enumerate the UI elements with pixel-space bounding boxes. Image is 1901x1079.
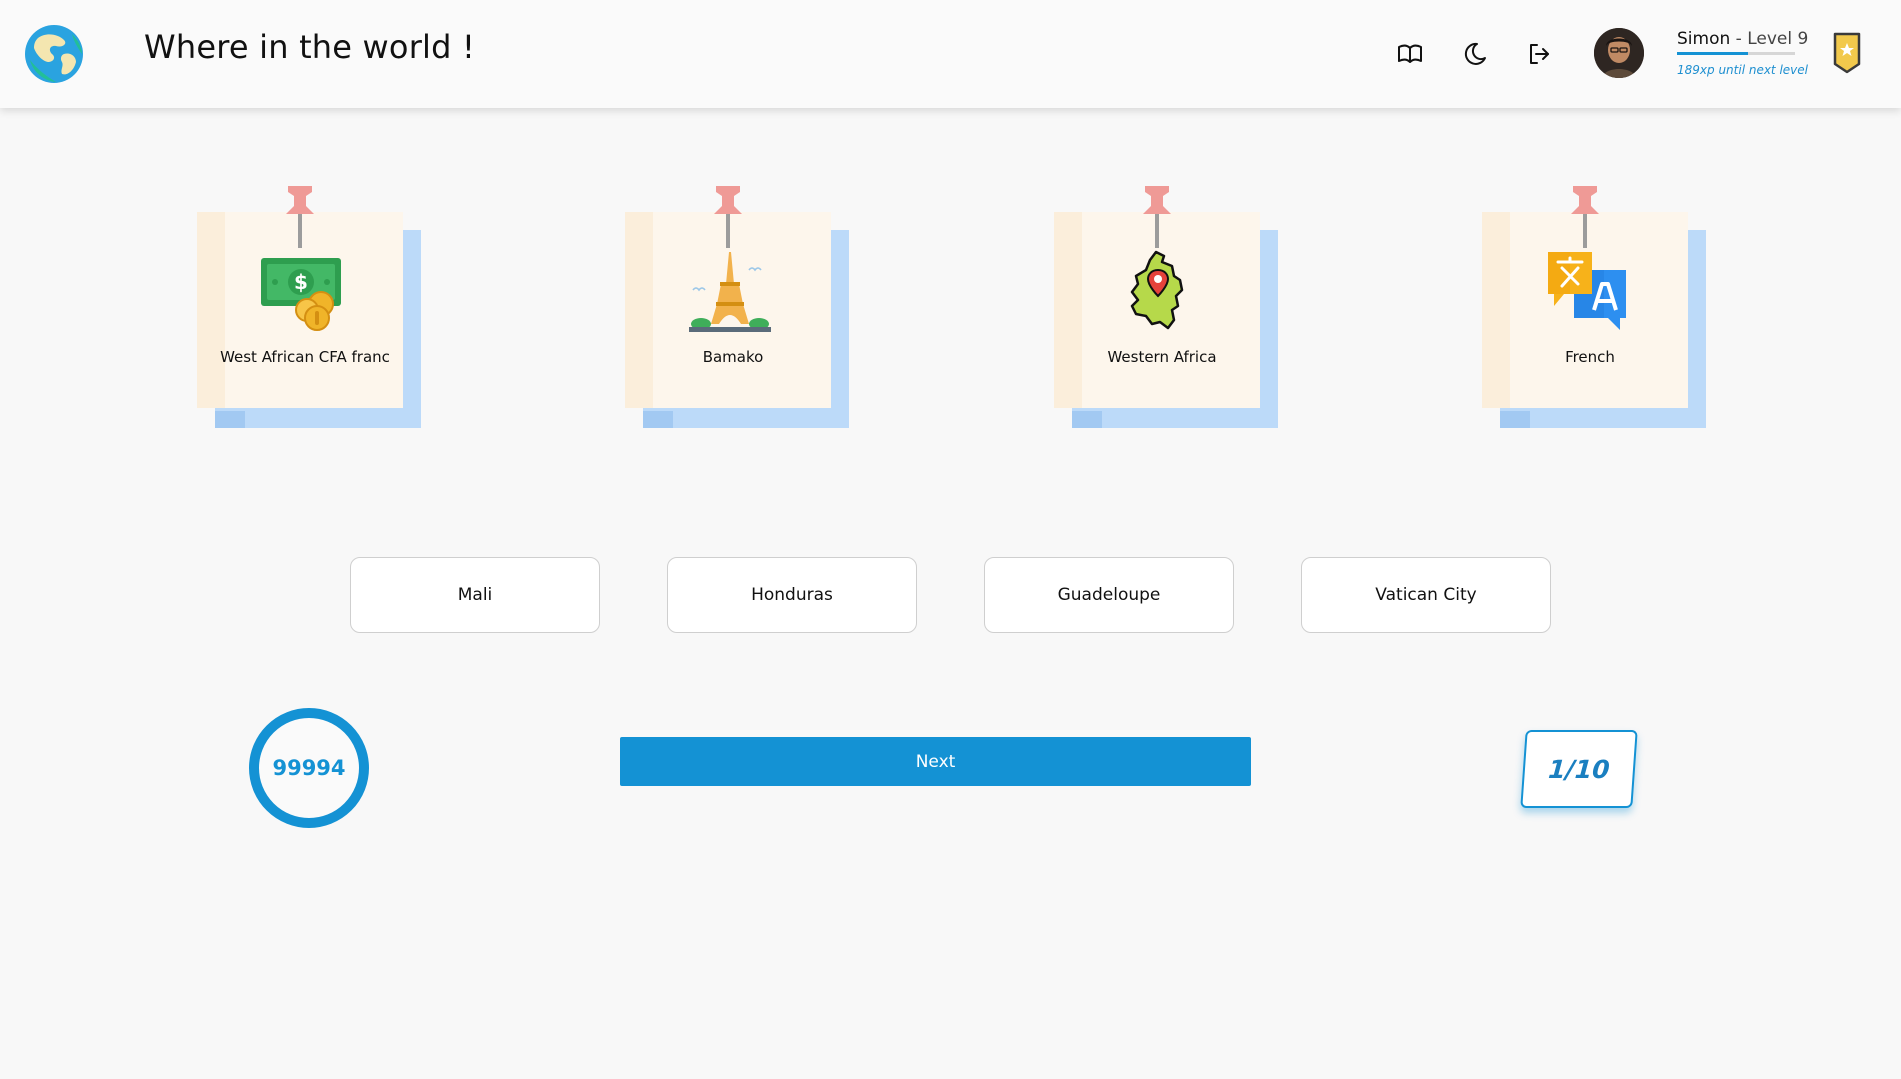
pushpin-icon bbox=[1143, 186, 1171, 248]
clue-label: French bbox=[1565, 348, 1615, 366]
pushpin-icon bbox=[286, 186, 314, 248]
logout-icon[interactable] bbox=[1525, 40, 1553, 68]
clue-label: Western Africa bbox=[1107, 348, 1217, 366]
clue-card-language: French bbox=[1482, 186, 1710, 430]
pushpin-icon bbox=[714, 186, 742, 248]
card-back-shade bbox=[643, 411, 673, 428]
clue-card-currency: $ West African CFA franc bbox=[197, 186, 425, 430]
choice-button-honduras[interactable]: Honduras bbox=[667, 557, 917, 633]
score-timer: 99994 bbox=[249, 708, 369, 828]
pushpin-icon bbox=[1571, 186, 1599, 248]
app-header: Where in the world ! Simon - Level 9 189… bbox=[0, 0, 1901, 108]
clue-label: Bamako bbox=[702, 348, 764, 366]
eiffel-tower-icon bbox=[689, 252, 771, 332]
choice-button-mali[interactable]: Mali bbox=[350, 557, 600, 633]
moon-icon[interactable] bbox=[1461, 40, 1489, 68]
card-back-shade bbox=[1072, 411, 1102, 428]
user-avatar[interactable] bbox=[1594, 28, 1644, 78]
translate-icon bbox=[1548, 252, 1626, 330]
card-front-strip bbox=[1054, 212, 1082, 408]
card-back-shade bbox=[215, 411, 245, 428]
card-front-strip bbox=[197, 212, 225, 408]
xp-remaining-text: 189xp until next level bbox=[1677, 63, 1808, 77]
choice-button-vatican-city[interactable]: Vatican City bbox=[1301, 557, 1551, 633]
card-front-strip bbox=[625, 212, 653, 408]
card-front-strip bbox=[1482, 212, 1510, 408]
book-icon[interactable] bbox=[1396, 40, 1424, 68]
svg-text:$: $ bbox=[294, 270, 308, 294]
clue-card-region: Western Africa bbox=[1054, 186, 1282, 430]
user-name-text: Simon bbox=[1677, 29, 1731, 49]
xp-progress-fill bbox=[1677, 52, 1748, 55]
globe-logo-icon bbox=[25, 25, 83, 83]
page-title: Where in the world ! bbox=[144, 28, 476, 66]
clue-card-capital: Bamako bbox=[625, 186, 853, 430]
clue-label: West African CFA franc bbox=[220, 348, 390, 366]
card-back-shade bbox=[1500, 411, 1530, 428]
user-level: - Level 9 bbox=[1730, 29, 1809, 49]
next-button[interactable]: Next bbox=[620, 737, 1251, 786]
money-icon: $ bbox=[261, 258, 341, 331]
level-badge-icon[interactable] bbox=[1832, 30, 1862, 74]
choice-button-guadeloupe[interactable]: Guadeloupe bbox=[984, 557, 1234, 633]
avatar-image bbox=[1594, 28, 1644, 78]
map-pin-icon bbox=[1130, 250, 1184, 330]
xp-progress-bar bbox=[1677, 52, 1795, 55]
question-counter: 1/10 bbox=[1520, 730, 1638, 808]
user-name: Simon - Level 9 bbox=[1677, 29, 1808, 49]
